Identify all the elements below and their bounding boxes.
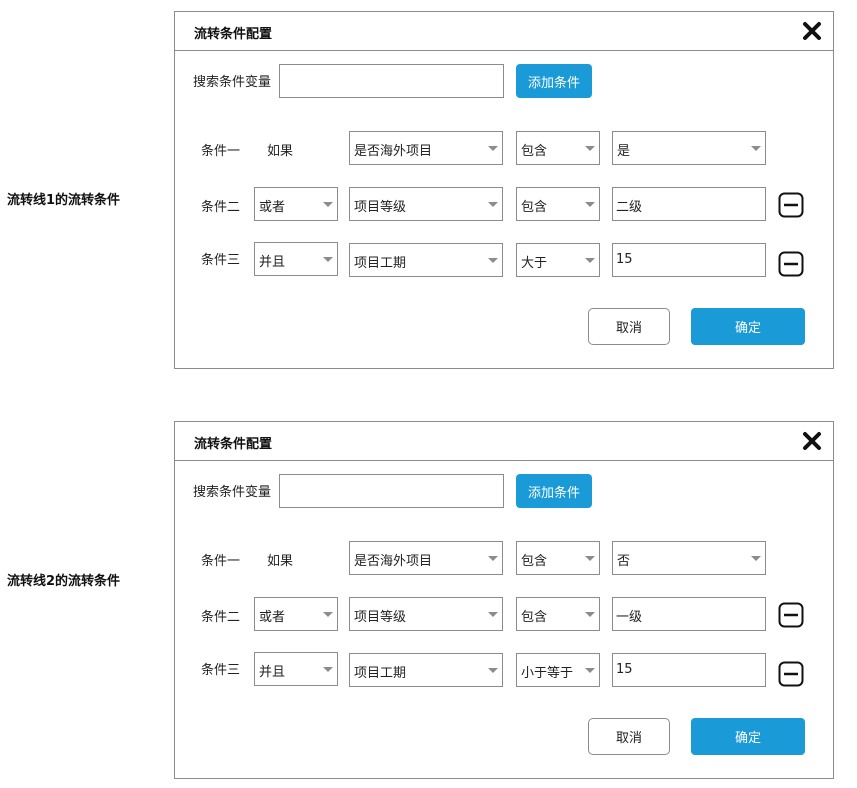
condition-1-logic: 如果 xyxy=(267,144,294,159)
chevron-down-icon xyxy=(488,258,498,263)
search-input[interactable] xyxy=(279,64,504,98)
input-value: 一级 xyxy=(616,610,643,625)
selected-value: 是否海外项目 xyxy=(354,144,433,159)
chevron-down-icon xyxy=(488,202,498,207)
condition-3-value-input[interactable]: 15 xyxy=(612,243,766,277)
selected-value: 是否海外项目 xyxy=(354,554,433,569)
condition-2-logic-select[interactable]: 或者 xyxy=(254,597,338,631)
condition-2-label: 条件二 xyxy=(201,610,241,625)
confirm-button[interactable]: 确定 xyxy=(691,308,805,345)
condition-1-value-select[interactable]: 否 xyxy=(612,541,766,575)
chevron-down-icon xyxy=(585,668,595,673)
condition-3-field-select[interactable]: 项目工期 xyxy=(349,243,503,277)
selected-value: 包含 xyxy=(521,554,548,569)
dialog-title: 流转条件配置 xyxy=(194,437,273,452)
condition-1-operator-select[interactable]: 包含 xyxy=(516,131,600,165)
condition-3-operator-select[interactable]: 小于等于 xyxy=(516,653,600,687)
chevron-down-icon xyxy=(488,668,498,673)
chevron-down-icon xyxy=(585,258,595,263)
selected-value: 或者 xyxy=(259,200,286,215)
condition-1-operator-select[interactable]: 包含 xyxy=(516,541,600,575)
chevron-down-icon xyxy=(585,202,595,207)
minus-square-icon[interactable] xyxy=(778,661,804,687)
chevron-down-icon xyxy=(585,556,595,561)
add-condition-button[interactable]: 添加条件 xyxy=(516,64,592,98)
condition-3-logic-select[interactable]: 并且 xyxy=(254,242,338,276)
condition-3-field-select[interactable]: 项目工期 xyxy=(349,653,503,687)
chevron-down-icon xyxy=(323,202,333,207)
close-icon[interactable] xyxy=(802,21,822,41)
input-value: 15 xyxy=(616,252,633,267)
condition-1-field-select[interactable]: 是否海外项目 xyxy=(349,131,503,165)
condition-3-value-input[interactable]: 15 xyxy=(612,653,766,687)
add-condition-button[interactable]: 添加条件 xyxy=(516,474,592,508)
condition-1-label: 条件一 xyxy=(201,554,241,569)
selected-value: 并且 xyxy=(259,255,286,270)
selected-value: 项目工期 xyxy=(354,256,407,271)
minus-square-icon[interactable] xyxy=(778,251,804,277)
condition-2-value-input[interactable]: 二级 xyxy=(612,187,766,221)
condition-2-logic-select[interactable]: 或者 xyxy=(254,187,338,221)
selected-value: 大于 xyxy=(521,256,548,271)
selected-value: 项目等级 xyxy=(354,610,407,625)
condition-config-dialog-2: 流转条件配置 搜索条件变量 添加条件 条件一 如果 是否海外项目 包含 否 条件… xyxy=(174,421,834,779)
condition-2-field-select[interactable]: 项目等级 xyxy=(349,187,503,221)
condition-1-logic: 如果 xyxy=(267,554,294,569)
condition-2-operator-select[interactable]: 包含 xyxy=(516,187,600,221)
flow-line-2-label: 流转线2的流转条件 xyxy=(7,574,121,589)
minus-square-icon[interactable] xyxy=(778,602,804,628)
selected-value: 包含 xyxy=(521,200,548,215)
selected-value: 项目等级 xyxy=(354,200,407,215)
condition-2-field-select[interactable]: 项目等级 xyxy=(349,597,503,631)
selected-value: 项目工期 xyxy=(354,666,407,681)
close-icon[interactable] xyxy=(802,431,822,451)
selected-value: 包含 xyxy=(521,144,548,159)
selected-value: 并且 xyxy=(259,665,286,680)
title-divider xyxy=(175,460,833,461)
condition-config-dialog-1: 流转条件配置 搜索条件变量 添加条件 条件一 如果 是否海外项目 包含 是 条件… xyxy=(174,11,834,369)
selected-value: 小于等于 xyxy=(521,666,574,681)
input-value: 15 xyxy=(616,662,633,677)
selected-value: 是 xyxy=(617,144,631,159)
chevron-down-icon xyxy=(488,612,498,617)
search-input[interactable] xyxy=(279,474,504,508)
chevron-down-icon xyxy=(323,612,333,617)
chevron-down-icon xyxy=(751,146,761,151)
condition-3-operator-select[interactable]: 大于 xyxy=(516,243,600,277)
chevron-down-icon xyxy=(323,667,333,672)
search-label: 搜索条件变量 xyxy=(193,75,272,90)
condition-1-field-select[interactable]: 是否海外项目 xyxy=(349,541,503,575)
cancel-button[interactable]: 取消 xyxy=(588,718,670,755)
confirm-button[interactable]: 确定 xyxy=(691,718,805,755)
condition-2-label: 条件二 xyxy=(201,200,241,215)
search-label: 搜索条件变量 xyxy=(193,485,272,500)
input-value: 二级 xyxy=(616,200,643,215)
minus-square-icon[interactable] xyxy=(778,192,804,218)
condition-1-value-select[interactable]: 是 xyxy=(612,131,766,165)
condition-3-label: 条件三 xyxy=(201,253,241,268)
chevron-down-icon xyxy=(488,556,498,561)
chevron-down-icon xyxy=(323,257,333,262)
title-divider xyxy=(175,50,833,51)
flow-line-1-label: 流转线1的流转条件 xyxy=(7,193,121,208)
condition-3-logic-select[interactable]: 并且 xyxy=(254,652,338,686)
chevron-down-icon xyxy=(488,146,498,151)
condition-2-value-input[interactable]: 一级 xyxy=(612,597,766,631)
condition-1-label: 条件一 xyxy=(201,144,241,159)
chevron-down-icon xyxy=(751,556,761,561)
condition-3-label: 条件三 xyxy=(201,663,241,678)
dialog-title: 流转条件配置 xyxy=(194,27,273,42)
selected-value: 包含 xyxy=(521,610,548,625)
chevron-down-icon xyxy=(585,146,595,151)
selected-value: 否 xyxy=(617,554,631,569)
chevron-down-icon xyxy=(585,612,595,617)
cancel-button[interactable]: 取消 xyxy=(588,308,670,345)
condition-2-operator-select[interactable]: 包含 xyxy=(516,597,600,631)
selected-value: 或者 xyxy=(259,610,286,625)
